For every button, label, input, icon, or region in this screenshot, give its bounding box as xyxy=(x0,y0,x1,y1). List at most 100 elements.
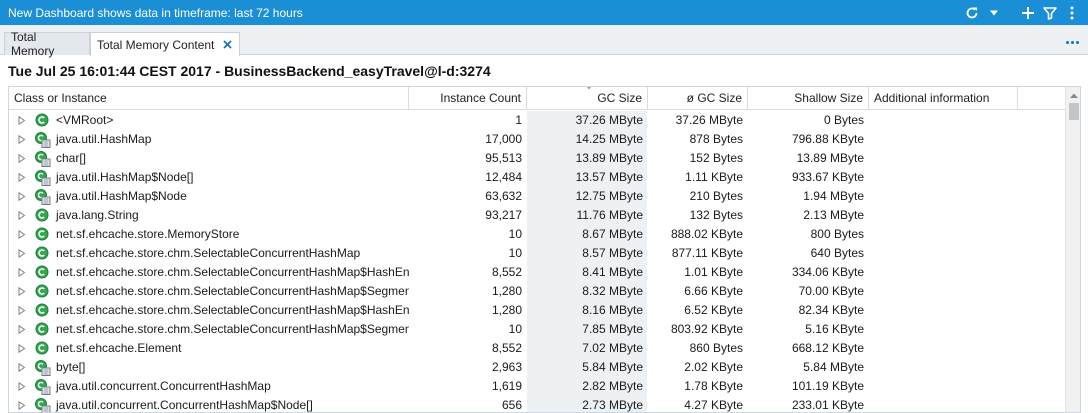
additional-info xyxy=(869,244,1018,263)
class-instances-icon xyxy=(35,132,51,148)
class-name: java.util.HashMap$Node xyxy=(56,189,187,203)
gc-size: 8.57 MByte xyxy=(582,246,643,260)
gc-size: 13.89 MByte xyxy=(575,151,643,165)
dropdown-icon[interactable] xyxy=(984,3,1004,23)
shallow-size: 800 Bytes xyxy=(810,227,864,241)
instance-count: 8,552 xyxy=(491,341,522,355)
scrollbar-thumb[interactable] xyxy=(1069,103,1079,120)
expand-arrow-icon[interactable] xyxy=(18,363,26,372)
expand-arrow-icon[interactable] xyxy=(18,135,26,144)
table-row[interactable]: net.sf.ehcache.store.MemoryStore 10 8.67 M… xyxy=(9,225,1064,244)
gc-size: 7.02 MByte xyxy=(582,341,643,355)
column-header-avg-gc-size[interactable]: ø GC Size xyxy=(648,87,748,110)
expand-arrow-icon[interactable] xyxy=(18,249,26,258)
more-horizontal-icon[interactable] xyxy=(1066,39,1080,45)
column-header-instance-count[interactable]: Instance Count xyxy=(409,87,527,110)
expand-arrow-icon[interactable] xyxy=(18,287,26,296)
gc-size: 11.76 MByte xyxy=(576,208,643,222)
avg-gc-size: 878 Bytes xyxy=(689,132,743,146)
column-header-shallow-size[interactable]: Shallow Size xyxy=(748,87,869,110)
instance-count: 2,963 xyxy=(491,360,522,374)
table-header: Class or Instance Instance Count GC Size… xyxy=(9,87,1080,110)
tab-total-memory-content[interactable]: Total Memory Content xyxy=(90,32,240,56)
filter-icon[interactable] xyxy=(1040,3,1060,23)
add-icon[interactable] xyxy=(1018,3,1038,23)
class-icon xyxy=(35,113,51,129)
table-row[interactable]: net.sf.ehcache.store.chm.SelectableConcu… xyxy=(9,320,1064,339)
table-row[interactable]: <VMRoot> 1 37.26 MByte 37.26 MByte 0 Bytes xyxy=(9,111,1064,130)
class-icon xyxy=(35,227,51,243)
tab-strip: Total Memory Total Memory Content xyxy=(0,25,1088,58)
expand-arrow-icon[interactable] xyxy=(18,211,26,220)
table-row[interactable]: net.sf.ehcache.store.chm.SelectableConcu… xyxy=(9,244,1064,263)
tab-total-memory[interactable]: Total Memory xyxy=(4,30,90,58)
table-row[interactable]: net.sf.ehcache.store.chm.SelectableConcu… xyxy=(9,263,1064,282)
table-row[interactable]: byte[] 2,963 5.84 MByte 2.02 KByte 5.84 MByt… xyxy=(9,358,1064,377)
class-icon xyxy=(35,246,51,262)
class-icon xyxy=(35,322,51,338)
expand-arrow-icon[interactable] xyxy=(18,268,26,277)
table-row[interactable]: net.sf.ehcache.store.chm.SelectableConcu… xyxy=(9,282,1064,301)
table-row[interactable]: java.util.HashMap$Node 63,632 12.75 MByte 2… xyxy=(9,187,1064,206)
shallow-size: 2.13 MByte xyxy=(803,208,864,222)
scroll-up-icon[interactable] xyxy=(1066,87,1080,103)
additional-info xyxy=(869,396,1018,412)
tab-label: Total Memory Content xyxy=(97,37,215,52)
expand-arrow-icon[interactable] xyxy=(18,192,26,201)
class-instances-icon xyxy=(35,398,51,412)
shallow-size: 233.01 KByte xyxy=(791,398,864,412)
column-header-gc-size[interactable]: GC Size xyxy=(527,87,648,110)
expand-arrow-icon[interactable] xyxy=(18,382,26,391)
additional-info xyxy=(869,168,1018,187)
table-row[interactable]: java.util.concurrent.ConcurrentHashMap 1,… xyxy=(9,377,1064,396)
expand-arrow-icon[interactable] xyxy=(18,344,26,353)
class-name: net.sf.ehcache.Element xyxy=(56,341,182,355)
shallow-size: 334.06 KByte xyxy=(791,265,864,279)
topbar-actions xyxy=(962,0,1082,25)
class-name: java.util.concurrent.ConcurrentHashMap xyxy=(56,379,271,393)
class-name: java.lang.String xyxy=(56,208,139,222)
gc-size: 8.32 MByte xyxy=(582,284,643,298)
additional-info xyxy=(869,225,1018,244)
close-icon[interactable] xyxy=(223,40,233,49)
additional-info xyxy=(869,301,1018,320)
class-name: net.sf.ehcache.store.chm.SelectableConcu… xyxy=(56,303,409,317)
additional-info xyxy=(869,206,1018,225)
vertical-scrollbar[interactable] xyxy=(1065,87,1080,412)
column-header-class[interactable]: Class or Instance xyxy=(9,87,409,110)
additional-info xyxy=(869,111,1018,130)
table-row[interactable]: java.util.HashMap 17,000 14.25 MByte 878 By… xyxy=(9,130,1064,149)
more-vertical-icon[interactable] xyxy=(1062,3,1082,23)
shallow-size: 796.88 KByte xyxy=(791,132,864,146)
expand-arrow-icon[interactable] xyxy=(18,325,26,334)
expand-arrow-icon[interactable] xyxy=(18,154,26,163)
instance-count: 1 xyxy=(515,113,522,127)
instance-count: 1,280 xyxy=(491,303,522,317)
class-icon xyxy=(35,265,51,281)
class-name: <VMRoot> xyxy=(56,113,114,127)
table-row[interactable]: java.util.concurrent.ConcurrentHashMap$N… xyxy=(9,396,1064,412)
expand-arrow-icon[interactable] xyxy=(18,230,26,239)
class-instances-icon xyxy=(35,170,51,186)
refresh-icon[interactable] xyxy=(962,3,982,23)
avg-gc-size: 1.01 KByte xyxy=(684,265,743,279)
gc-size: 8.41 MByte xyxy=(582,265,643,279)
additional-info xyxy=(869,320,1018,339)
expand-arrow-icon[interactable] xyxy=(18,116,26,125)
column-header-additional-info[interactable]: Additional information xyxy=(869,87,1018,110)
topbar-title: New Dashboard shows data in timeframe: l… xyxy=(8,5,303,20)
class-name: net.sf.ehcache.store.chm.SelectableConcu… xyxy=(56,322,409,336)
expand-arrow-icon[interactable] xyxy=(18,173,26,182)
gc-size: 37.26 MByte xyxy=(575,113,643,127)
instance-count: 10 xyxy=(508,246,522,260)
table-row[interactable]: java.util.HashMap$Node[] 12,484 13.57 MByt… xyxy=(9,168,1064,187)
table-row[interactable]: char[] 95,513 13.89 MByte 152 Bytes 13.89 MB… xyxy=(9,149,1064,168)
expand-arrow-icon[interactable] xyxy=(18,401,26,410)
table-row[interactable]: net.sf.ehcache.Element 8,552 7.02 MByte 860… xyxy=(9,339,1064,358)
shallow-size: 933.67 KByte xyxy=(791,170,864,184)
additional-info xyxy=(869,339,1018,358)
avg-gc-size: 6.66 KByte xyxy=(684,284,743,298)
table-row[interactable]: net.sf.ehcache.store.chm.SelectableConcu… xyxy=(9,301,1064,320)
table-row[interactable]: java.lang.String 93,217 11.76 MByte 132 Byt… xyxy=(9,206,1064,225)
expand-arrow-icon[interactable] xyxy=(18,306,26,315)
